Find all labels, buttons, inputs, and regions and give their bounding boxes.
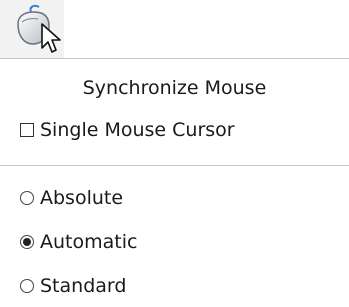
mouse-icon xyxy=(17,4,61,53)
single-mouse-cursor-item[interactable]: Single Mouse Cursor xyxy=(20,118,235,142)
mode-absolute-label: Absolute xyxy=(40,187,124,209)
checkbox-icon xyxy=(20,123,34,137)
menu-separator xyxy=(0,165,349,166)
mouse-toolbar-button[interactable] xyxy=(0,0,64,58)
radio-selected-icon xyxy=(20,235,34,249)
radio-icon xyxy=(20,279,34,293)
mode-item-absolute[interactable]: Absolute xyxy=(20,186,123,210)
menu-header: Synchronize Mouse xyxy=(82,77,267,99)
radio-icon xyxy=(20,191,34,205)
synchronize-mouse-menu: Synchronize Mouse Single Mouse Cursor Ab… xyxy=(0,58,349,307)
single-mouse-cursor-label: Single Mouse Cursor xyxy=(40,119,235,141)
mode-automatic-label: Automatic xyxy=(40,231,138,253)
mode-standard-label: Standard xyxy=(40,275,127,297)
mode-item-standard[interactable]: Standard xyxy=(20,274,126,298)
mode-item-automatic[interactable]: Automatic xyxy=(20,230,137,254)
screen: Synchronize Mouse Single Mouse Cursor Ab… xyxy=(0,0,349,307)
